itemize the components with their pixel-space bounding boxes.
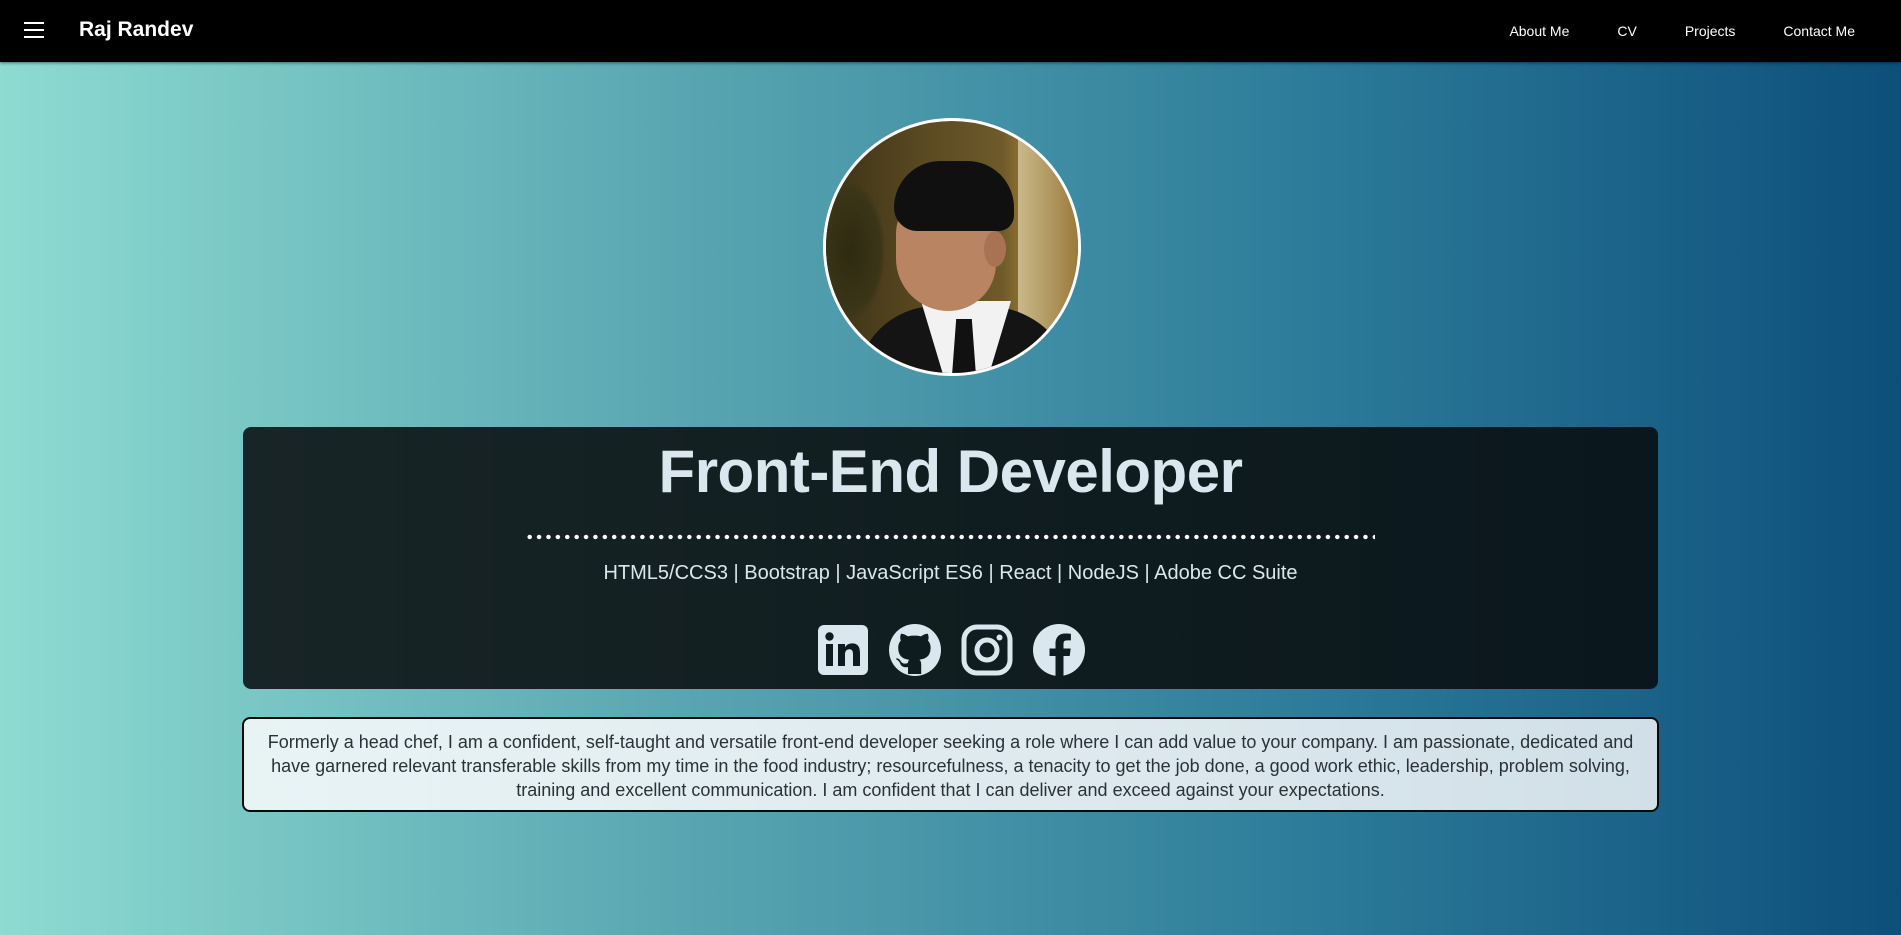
profile-photo (823, 118, 1081, 376)
skills-list: HTML5/CCS3 | Bootstrap | JavaScript ES6 … (603, 562, 1298, 584)
brand-name[interactable]: Raj Randev (79, 18, 193, 42)
linkedin-icon[interactable] (816, 623, 870, 677)
nav-links: About Me CV Projects Contact Me (1485, 0, 1901, 62)
github-icon[interactable] (888, 623, 942, 677)
hero-title: Front-End Developer (658, 438, 1243, 505)
social-links (243, 623, 1658, 677)
hero-card: Front-End Developer HTML5/CCS3 | Bootstr… (243, 427, 1658, 689)
dotted-divider (525, 534, 1375, 540)
nav-link-cv[interactable]: CV (1593, 23, 1660, 39)
bio-text: Formerly a head chef, I am a confident, … (242, 717, 1659, 812)
facebook-icon[interactable] (1032, 623, 1086, 677)
top-navbar: Raj Randev About Me CV Projects Contact … (0, 0, 1901, 62)
instagram-icon[interactable] (960, 623, 1014, 677)
nav-link-projects[interactable]: Projects (1661, 23, 1760, 39)
hamburger-menu-icon[interactable] (24, 22, 46, 40)
nav-link-about-me[interactable]: About Me (1485, 23, 1593, 39)
nav-link-contact-me[interactable]: Contact Me (1759, 23, 1901, 39)
